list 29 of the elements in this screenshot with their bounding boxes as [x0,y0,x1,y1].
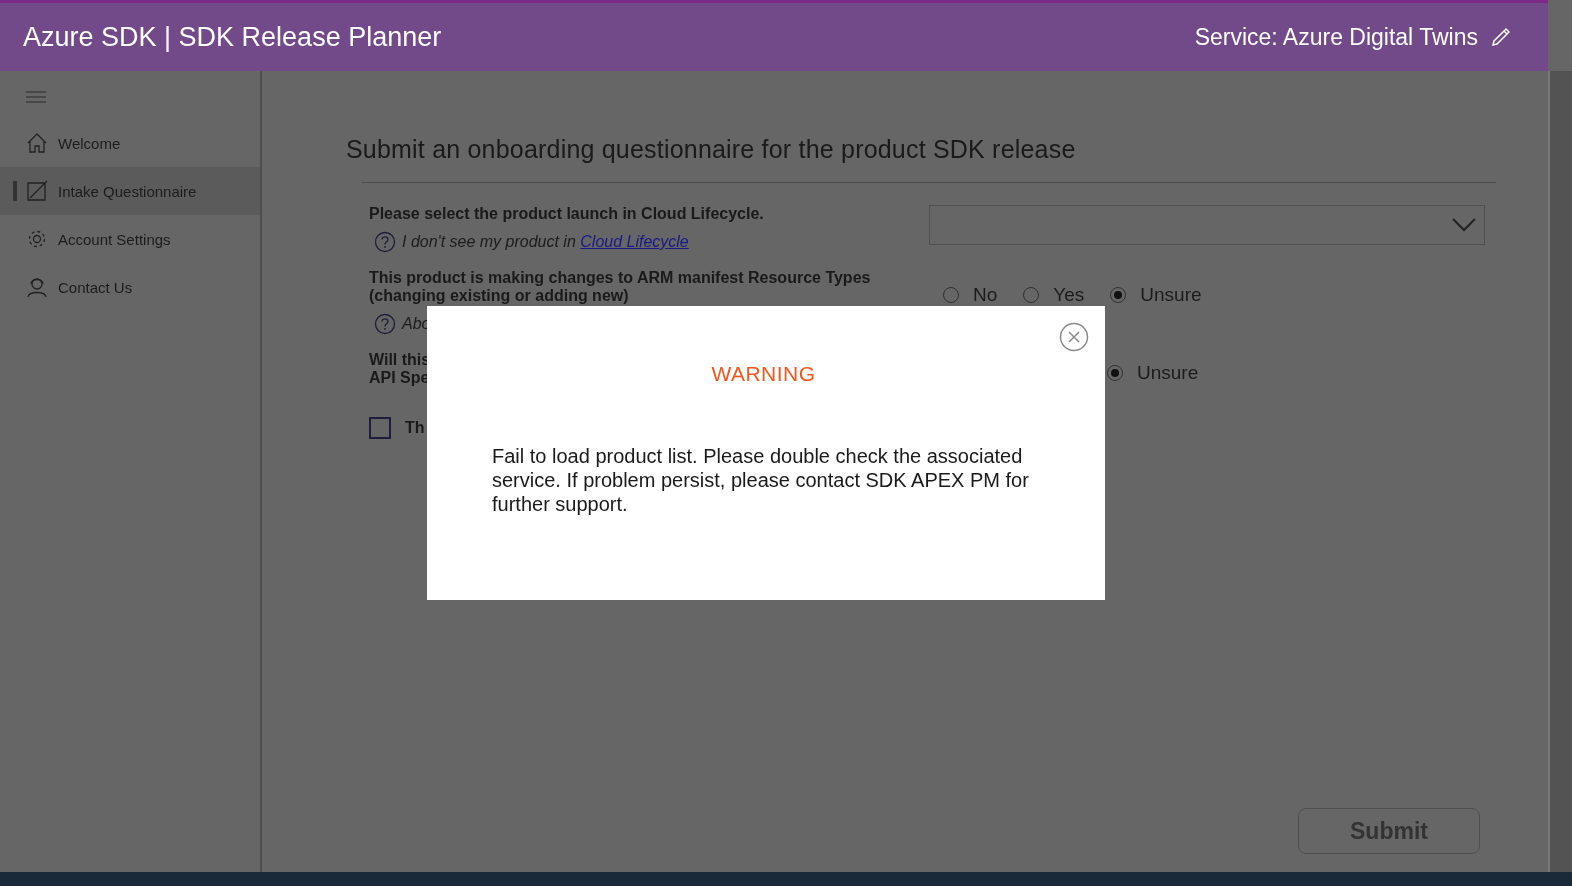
cloud-lifecycle-link[interactable]: Cloud Lifecycle [580,233,689,250]
sidebar-item[interactable]: Intake Questionnaire [0,167,260,215]
radio-option[interactable]: Unsure [1107,359,1199,387]
radio-option[interactable]: No [943,255,998,335]
close-icon[interactable] [1059,322,1089,352]
radio-option[interactable]: Unsure [1110,255,1202,335]
app-title: Azure SDK | SDK Release Planner [23,21,442,53]
gear-icon [26,228,48,250]
checkbox-label: Th [405,419,425,437]
sidebar-item[interactable]: Contact Us [0,263,260,311]
chevron-down-icon [1452,218,1476,232]
dialog-title: WARNING [710,362,817,386]
help-text: I don't see my product in Cloud Lifecycle [402,233,689,251]
dialog-message: Fail to load product list. Please double check the associated service. If problem persist, please contact SDK APEX PM for further support. [492,444,1030,516]
pencil-icon[interactable] [1490,26,1512,48]
menu-icon[interactable] [26,91,46,103]
help-icon[interactable] [374,231,396,253]
service-label: Service: Azure Digital Twins [1194,23,1478,51]
page-title: Submit an onboarding questionnaire for the product SDK release [346,135,1077,164]
checkbox[interactable] [369,417,391,439]
headset-person-icon [26,276,48,298]
sidebar-item[interactable]: Account Settings [0,215,260,263]
question-label: This product is making changes to ARM manifest Resource Types (changing existing or adding new) [369,269,872,305]
edit-icon [26,180,48,202]
sidebar-item[interactable]: Welcome [0,119,260,167]
help-icon[interactable] [374,313,396,335]
question-label: Please select the product launch in Cloud Lifecycle. [369,205,765,223]
home-icon [26,132,48,154]
radio-option[interactable]: Yes [1023,255,1085,335]
